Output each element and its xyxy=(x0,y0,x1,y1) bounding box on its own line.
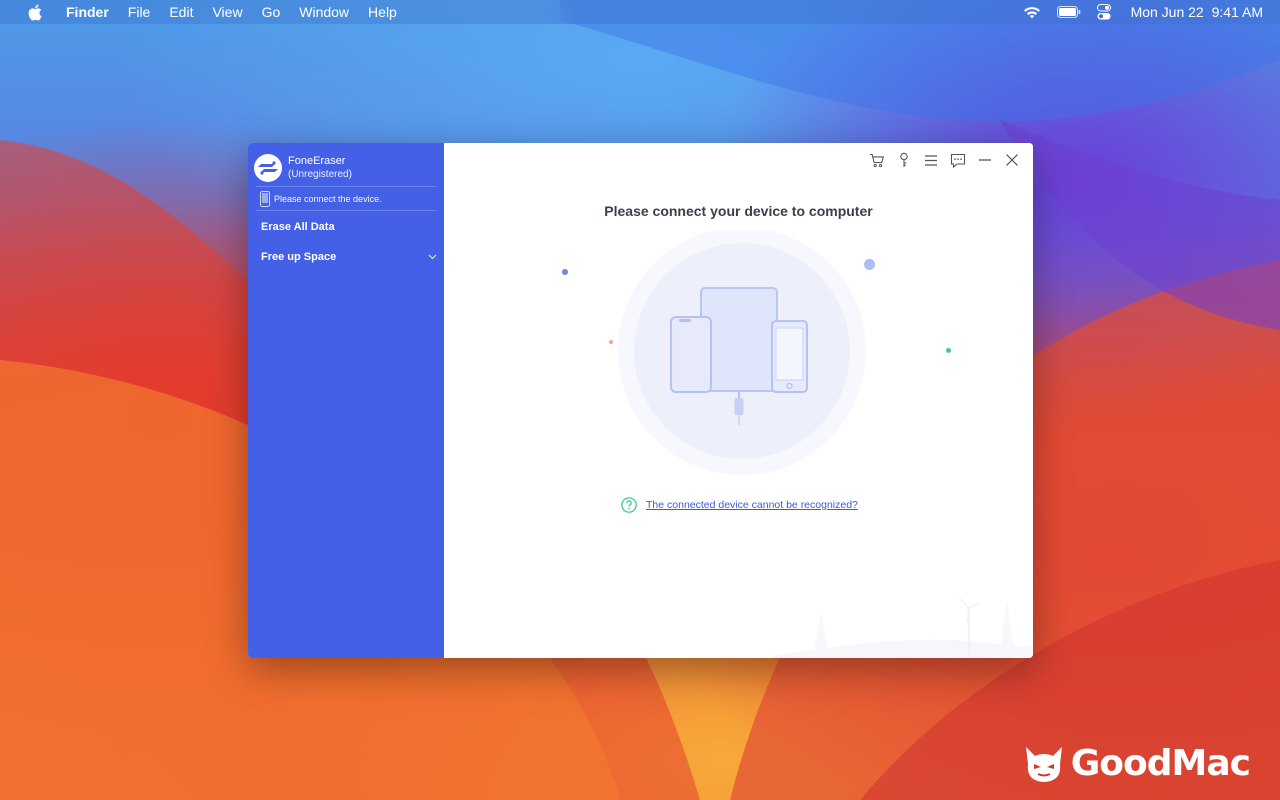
registration-status[interactable]: (Unregistered) xyxy=(288,168,352,182)
decorative-dot xyxy=(609,340,613,344)
nav-erase-all-data-label: Erase All Data xyxy=(261,221,335,233)
connect-heading: Please connect your device to computer xyxy=(604,203,873,219)
nav-erase-all-data[interactable]: Erase All Data xyxy=(248,213,444,241)
minimize-icon[interactable] xyxy=(975,152,994,168)
menu-file[interactable]: File xyxy=(128,4,151,20)
menu-help[interactable]: Help xyxy=(368,4,397,20)
key-icon[interactable] xyxy=(894,152,913,168)
menu-edit[interactable]: Edit xyxy=(169,4,193,20)
sidebar: FoneEraser (Unregistered) Please connect… xyxy=(248,143,444,658)
goodmac-watermark: GoodMac xyxy=(1023,743,1251,784)
menu-finder[interactable]: Finder xyxy=(66,4,109,20)
device-not-recognized-link[interactable]: The connected device cannot be recognize… xyxy=(646,499,858,511)
chevron-down-icon[interactable] xyxy=(428,251,437,263)
app-brand: FoneEraser (Unregistered) xyxy=(248,143,444,185)
device-prompt: Please connect the device. xyxy=(274,193,382,204)
foneeraser-window: FoneEraser (Unregistered) Please connect… xyxy=(248,143,1033,658)
clock-date: Mon Jun 22 xyxy=(1130,4,1204,20)
apple-menu-icon[interactable] xyxy=(26,3,44,21)
main-panel: Please connect your device to computer T… xyxy=(444,143,1033,658)
cart-icon[interactable] xyxy=(867,152,886,168)
nav-free-up-space-label: Free up Space xyxy=(261,251,337,263)
watermark-text: GoodMac xyxy=(1070,743,1251,784)
clock-time: 9:41 AM xyxy=(1211,4,1263,20)
scenery-decoration xyxy=(773,597,1033,658)
decorative-dot xyxy=(946,348,951,353)
close-icon[interactable] xyxy=(1002,152,1021,168)
phone-icon xyxy=(260,190,270,207)
battery-icon[interactable] xyxy=(1056,6,1081,18)
foneeraser-logo-icon xyxy=(254,153,282,182)
decorative-dot xyxy=(562,269,568,275)
menu-clock[interactable]: Mon Jun 22 9:41 AM xyxy=(1127,4,1263,20)
device-status: Please connect the device. xyxy=(256,186,436,211)
menu-view[interactable]: View xyxy=(212,4,242,20)
control-center-icon[interactable] xyxy=(1096,4,1111,20)
wifi-icon[interactable] xyxy=(1023,6,1041,19)
menu-icon[interactable] xyxy=(921,152,940,168)
question-circle-icon xyxy=(621,497,637,513)
menu-bar: Finder File Edit View Go Window Help Mon… xyxy=(0,0,1280,24)
goodmac-logo-icon xyxy=(1023,744,1065,784)
devices-illustration xyxy=(618,231,866,475)
feedback-icon[interactable] xyxy=(948,152,967,168)
recognition-help: The connected device cannot be recognize… xyxy=(621,497,858,513)
menu-window[interactable]: Window xyxy=(299,4,349,20)
app-name: FoneEraser xyxy=(288,154,346,167)
menu-go[interactable]: Go xyxy=(262,4,281,20)
window-toolbar xyxy=(859,152,1021,168)
nav-free-up-space[interactable]: Free up Space xyxy=(248,243,444,271)
